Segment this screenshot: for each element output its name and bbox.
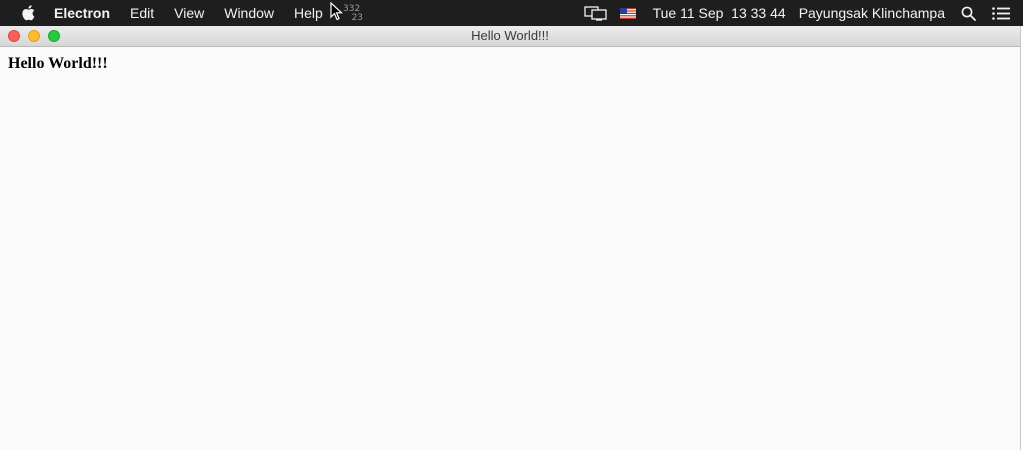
page-heading: Hello World!!!	[8, 55, 108, 72]
window-title: Hello World!!!	[471, 28, 549, 43]
apple-logo-icon[interactable]	[18, 0, 38, 26]
screen: Electron Edit View Window Help 332 23 Tu…	[0, 0, 1023, 450]
menu-app-electron[interactable]: Electron	[54, 0, 120, 26]
display-mirroring-icon[interactable]	[583, 0, 609, 26]
menu-bar-left: Electron Edit View Window Help	[0, 0, 333, 26]
us-flag-icon[interactable]	[619, 0, 637, 26]
menu-help[interactable]: Help	[284, 0, 333, 26]
app-window: Hello World!!! Hello World!!!	[0, 26, 1021, 450]
menu-window[interactable]: Window	[214, 0, 284, 26]
clock[interactable]: Tue 11 Sep 13 33 44	[653, 5, 786, 21]
list-icon[interactable]	[991, 0, 1011, 26]
search-icon[interactable]	[959, 0, 977, 26]
menu-edit[interactable]: Edit	[120, 0, 164, 26]
menu-bar: Electron Edit View Window Help 332 23 Tu…	[0, 0, 1023, 26]
menu-view[interactable]: View	[164, 0, 214, 26]
menu-bar-status: Tue 11 Sep 13 33 44 Payungsak Klinchampa	[583, 0, 1023, 26]
user-name[interactable]: Payungsak Klinchampa	[799, 5, 945, 21]
cursor-coordinate-label: 332 23	[343, 4, 364, 23]
window-content: Hello World!!!	[0, 47, 1020, 81]
window-titlebar[interactable]: Hello World!!!	[0, 26, 1020, 47]
